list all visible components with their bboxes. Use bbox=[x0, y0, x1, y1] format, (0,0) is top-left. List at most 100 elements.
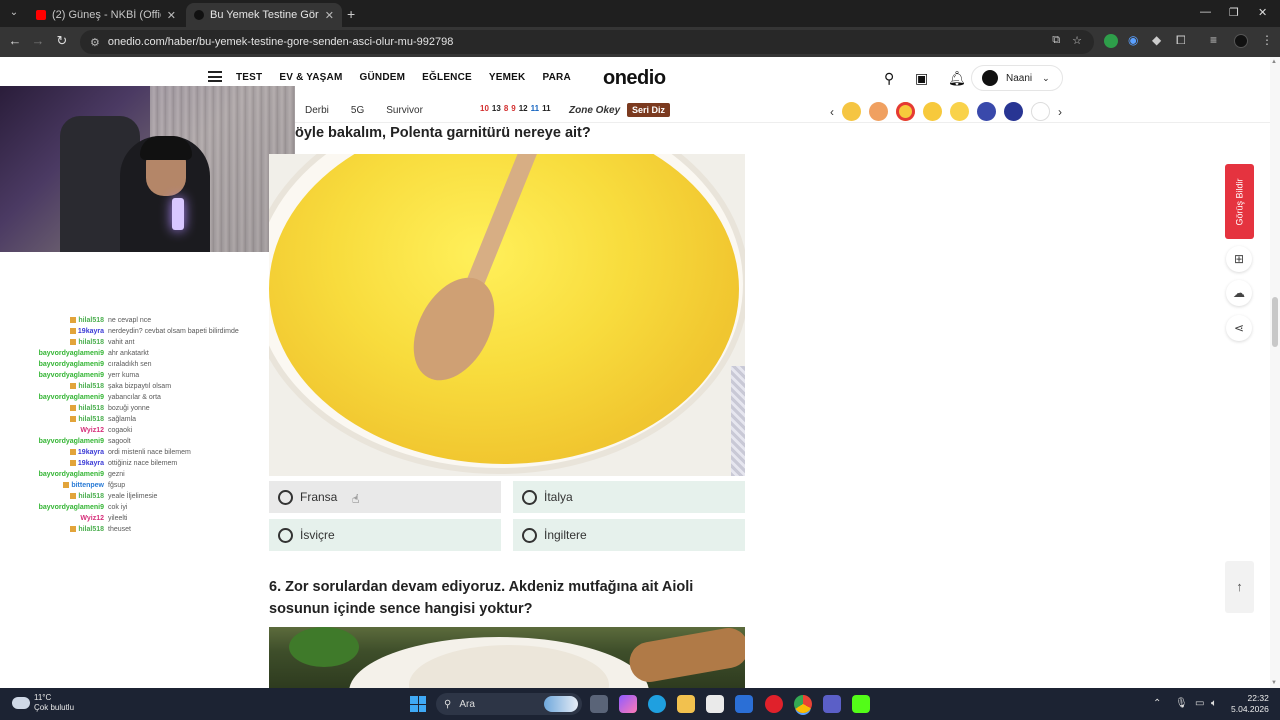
bookmark-add-icon[interactable]: ⊞ bbox=[1226, 246, 1252, 272]
radio-icon[interactable] bbox=[522, 527, 537, 543]
radio-icon[interactable] bbox=[278, 489, 293, 505]
chat-username[interactable]: 19kayra bbox=[30, 326, 108, 337]
emoji-mask-icon[interactable] bbox=[842, 102, 861, 121]
extension-shield-icon[interactable] bbox=[1104, 34, 1118, 48]
answer-fransa[interactable]: Fransa bbox=[269, 481, 501, 513]
emoji-heart-eyes-icon[interactable] bbox=[896, 102, 915, 121]
microphone-icon[interactable]: 🎙︎ bbox=[1175, 698, 1188, 709]
notification-bell-icon[interactable]: 🔔︎ bbox=[948, 70, 966, 87]
reading-list-icon[interactable]: ≡ bbox=[1210, 33, 1217, 47]
nav-yemek[interactable]: YEMEK bbox=[489, 72, 526, 83]
extension-audio-icon[interactable]: ◉ bbox=[1128, 33, 1138, 47]
task-view-icon[interactable] bbox=[590, 695, 608, 713]
extension-diamond-icon[interactable]: ◆ bbox=[1152, 33, 1161, 47]
nav-ev-yasam[interactable]: EV & YAŞAM bbox=[279, 72, 342, 83]
search-icon[interactable]: ⚲ bbox=[884, 70, 894, 87]
scroll-to-top-button[interactable]: ↑ bbox=[1225, 561, 1254, 613]
answer-ingiltere[interactable]: İngiltere bbox=[513, 519, 745, 551]
chat-username[interactable]: Wyiz12 bbox=[30, 513, 108, 524]
opera-icon[interactable] bbox=[765, 695, 783, 713]
chevron-left-icon[interactable]: ‹ bbox=[830, 105, 834, 119]
radio-icon[interactable] bbox=[522, 489, 537, 505]
copilot-icon[interactable] bbox=[619, 695, 637, 713]
chat-username[interactable]: Wyiz12 bbox=[30, 425, 108, 436]
subnav-5g[interactable]: 5G bbox=[351, 105, 364, 116]
volume-icon[interactable]: 🔈︎ bbox=[1211, 698, 1217, 709]
chevron-right-icon[interactable]: › bbox=[1058, 105, 1062, 119]
emoji-clap-icon[interactable] bbox=[869, 102, 888, 121]
okey-tiles[interactable]: 10 13 8 9 12 11 11 bbox=[480, 104, 551, 113]
page-scrollbar[interactable]: ▲ ▼ bbox=[1270, 57, 1280, 688]
chat-username[interactable]: hilal518 bbox=[30, 403, 108, 414]
chrome-icon[interactable] bbox=[794, 695, 812, 713]
new-tab-plus-icon[interactable]: + bbox=[347, 6, 355, 22]
edge-icon[interactable] bbox=[648, 695, 666, 713]
chat-username[interactable]: bayvordyaglameni9 bbox=[30, 348, 108, 359]
comments-icon[interactable]: ☁ bbox=[1226, 280, 1252, 306]
network-icon[interactable]: ▭ bbox=[1195, 698, 1204, 709]
nav-eglence[interactable]: EĞLENCE bbox=[422, 72, 472, 83]
extensions-puzzle-icon[interactable]: ⧠ bbox=[1176, 33, 1186, 48]
feedback-button[interactable]: Görüş Bildir bbox=[1225, 164, 1254, 239]
store-icon[interactable] bbox=[706, 695, 724, 713]
chat-username[interactable]: bayvordyaglameni9 bbox=[30, 359, 108, 370]
minimize-icon[interactable]: — bbox=[1200, 6, 1211, 18]
close-window-icon[interactable]: ✕ bbox=[1258, 6, 1267, 19]
emoji-smile-icon[interactable] bbox=[950, 102, 969, 121]
subnav-survivor[interactable]: Survivor bbox=[386, 105, 423, 116]
chat-username[interactable]: 19kayra bbox=[30, 447, 108, 458]
nav-gundem[interactable]: GÜNDEM bbox=[360, 72, 406, 83]
radio-icon[interactable] bbox=[278, 527, 293, 543]
teams-icon[interactable] bbox=[823, 695, 841, 713]
chat-username[interactable]: bittenpew bbox=[30, 480, 108, 491]
chat-username[interactable]: hilal518 bbox=[30, 414, 108, 425]
emoji-badge-icon[interactable] bbox=[977, 102, 996, 121]
hamburger-menu-icon[interactable] bbox=[208, 71, 222, 82]
back-arrow-icon[interactable]: ← bbox=[6, 33, 24, 48]
scroll-up-arrow-icon[interactable]: ▲ bbox=[1271, 59, 1277, 65]
close-tab-icon[interactable]: ✕ bbox=[325, 9, 334, 22]
chat-username[interactable]: hilal518 bbox=[30, 491, 108, 502]
scrollbar-thumb[interactable] bbox=[1272, 297, 1278, 347]
share-icon[interactable]: ⋖ bbox=[1226, 315, 1252, 341]
windows-start-icon[interactable] bbox=[410, 696, 426, 712]
profile-avatar[interactable] bbox=[1234, 34, 1248, 48]
tab-search-chevron-icon[interactable]: ⌄ bbox=[6, 5, 22, 21]
chat-username[interactable]: bayvordyaglameni9 bbox=[30, 370, 108, 381]
chat-username[interactable]: bayvordyaglameni9 bbox=[30, 392, 108, 403]
chat-username[interactable]: hilal518 bbox=[30, 381, 108, 392]
emoji-crying-icon[interactable] bbox=[923, 102, 942, 121]
tray-chevron-up-icon[interactable]: ⌃ bbox=[1153, 698, 1161, 709]
browser-menu-icon[interactable]: ⋮ bbox=[1261, 33, 1273, 47]
taskbar-search[interactable]: ⚲ Ara bbox=[436, 693, 582, 715]
tab-onedio[interactable]: Bu Yemek Testine Göre Senden ✕ bbox=[186, 3, 342, 27]
address-url[interactable]: onedio.com/haber/bu-yemek-testine-gore-s… bbox=[108, 36, 453, 48]
nav-test[interactable]: TEST bbox=[236, 72, 262, 83]
nav-para[interactable]: PARA bbox=[542, 72, 570, 83]
close-tab-icon[interactable]: ✕ bbox=[167, 9, 176, 22]
emoji-dx-icon[interactable] bbox=[1031, 102, 1050, 121]
install-app-icon[interactable]: ⧉ bbox=[1052, 34, 1060, 47]
chat-bubbles-icon[interactable]: ▣ bbox=[915, 70, 928, 87]
chat-username[interactable]: bayvordyaglameni9 bbox=[30, 469, 108, 480]
system-clock[interactable]: 22:32 5.04.2026 bbox=[1231, 693, 1269, 715]
user-menu[interactable]: Naani ⌄ bbox=[971, 65, 1063, 91]
file-explorer-icon[interactable] bbox=[677, 695, 695, 713]
forward-arrow-icon[interactable]: → bbox=[29, 33, 47, 48]
onedio-logo[interactable]: onedio bbox=[603, 67, 666, 90]
answer-italya[interactable]: İtalya bbox=[513, 481, 745, 513]
address-bar[interactable]: ⚙ onedio.com/haber/bu-yemek-testine-gore… bbox=[80, 30, 1094, 54]
tab-youtube[interactable]: (2) Güneş - NKBİ (Official M ✕ bbox=[28, 3, 184, 27]
chat-username[interactable]: hilal518 bbox=[30, 315, 108, 326]
bookmark-star-icon[interactable]: ☆ bbox=[1072, 34, 1082, 47]
kick-icon[interactable] bbox=[852, 695, 870, 713]
site-info-icon[interactable]: ⚙ bbox=[90, 36, 100, 49]
weather-widget[interactable]: 11°C Çok bulutlu bbox=[12, 693, 74, 713]
restore-icon[interactable]: ❐ bbox=[1229, 6, 1239, 19]
seri-diz-button[interactable]: Seri Diz bbox=[627, 103, 671, 117]
chat-username[interactable]: 19kayra bbox=[30, 458, 108, 469]
scroll-down-arrow-icon[interactable]: ▼ bbox=[1271, 680, 1277, 686]
subnav-derbi[interactable]: Derbi bbox=[305, 105, 329, 116]
answer-isvicre[interactable]: İsviçre bbox=[269, 519, 501, 551]
chat-username[interactable]: hilal518 bbox=[30, 337, 108, 348]
